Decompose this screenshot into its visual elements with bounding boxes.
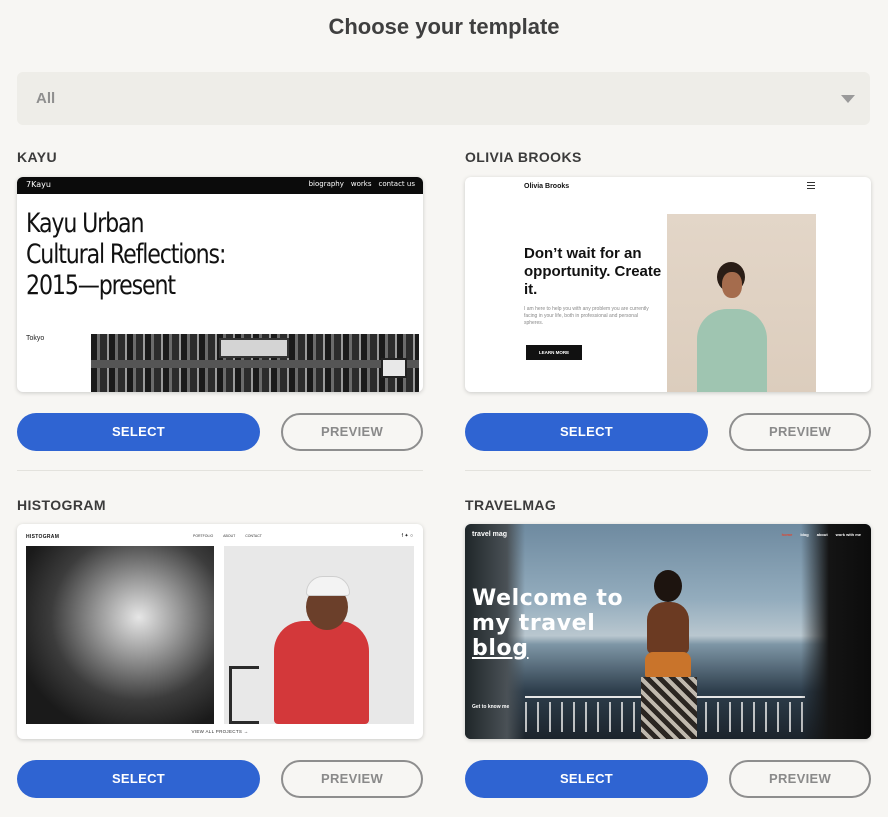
template-thumbnail-histogram[interactable]: HISTOGRAM PORTFOLIO ABOUT CONTACT f ✦ ○ VI…	[17, 524, 423, 739]
histogram-nav: PORTFOLIO ABOUT CONTACT	[193, 534, 272, 538]
histogram-abstract-photo	[26, 546, 214, 724]
travelmag-cta: Get to know me	[472, 704, 510, 710]
travelmag-nav-item: blog	[800, 532, 809, 537]
template-name-travelmag: TRAVELMAG	[465, 497, 557, 513]
select-button-kayu[interactable]: SELECT	[17, 413, 260, 451]
olivia-learn-more-button: LEARN MORE	[526, 345, 582, 360]
histogram-nav-item: PORTFOLIO	[193, 534, 214, 538]
histogram-view-all-link: VIEW ALL PROJECTS →	[191, 729, 249, 734]
histogram-nav-item: CONTACT	[245, 534, 262, 538]
histogram-nav-item: ABOUT	[223, 534, 236, 538]
hamburger-menu-icon	[807, 182, 815, 189]
social-icons: f ✦ ○	[401, 533, 413, 539]
preview-button-kayu[interactable]: PREVIEW	[281, 413, 423, 451]
travelmag-nav: home blog about work with me	[774, 532, 861, 537]
kayu-nav-item: biography	[308, 180, 344, 188]
page-title: Choose your template	[328, 14, 560, 39]
kayu-logo: 7Kayu	[26, 180, 51, 189]
travelmag-headline-line: Welcome to	[472, 586, 624, 611]
kayu-street-photo	[91, 334, 419, 392]
olivia-body-text: I am here to help you with any problem y…	[524, 306, 649, 326]
travelmag-logo: travel mag	[472, 531, 508, 538]
olivia-headline: Don’t wait for an opportunity. Create it…	[524, 245, 662, 298]
travelmag-nav-item: about	[816, 532, 828, 537]
histogram-brand: HISTOGRAM	[26, 534, 60, 540]
travelmag-nav-item: work with me	[835, 532, 861, 537]
template-thumbnail-travelmag[interactable]: travel mag home blog about work with me Wel…	[465, 524, 871, 739]
kayu-headline: Kayu Urban Cultural Reflections: 2015—pr…	[26, 208, 226, 301]
travelmag-headline-line: my travel	[472, 611, 596, 636]
olivia-portrait-photo	[667, 214, 816, 392]
travelmag-nav-item: home	[781, 532, 793, 537]
template-filter-dropdown[interactable]: All	[17, 72, 870, 125]
template-thumbnail-olivia-brooks[interactable]: Olivia Brooks Don’t wait for an opportun…	[465, 177, 871, 392]
divider	[17, 470, 423, 471]
divider	[465, 470, 871, 471]
kayu-nav-item: contact us	[378, 180, 415, 188]
olivia-brand: Olivia Brooks	[524, 183, 570, 190]
template-name-kayu: KAYU	[17, 149, 57, 165]
select-button-travelmag[interactable]: SELECT	[465, 760, 708, 798]
chevron-down-icon	[841, 95, 855, 103]
filter-selected-value: All	[36, 90, 56, 107]
preview-button-histogram[interactable]: PREVIEW	[281, 760, 423, 798]
travelmag-headline-line: blog	[472, 636, 529, 661]
template-name-histogram: HISTOGRAM	[17, 497, 106, 513]
select-button-histogram[interactable]: SELECT	[17, 760, 260, 798]
kayu-city-label: Tokyo	[26, 335, 45, 342]
photo-shade-right	[801, 524, 871, 739]
kayu-nav: biography works contact us	[302, 180, 415, 188]
template-thumbnail-kayu[interactable]: 7Kayu biography works contact us Kayu Urba…	[17, 177, 423, 392]
select-button-olivia-brooks[interactable]: SELECT	[465, 413, 708, 451]
kayu-nav-item: works	[350, 180, 372, 188]
histogram-portrait-photo	[224, 546, 414, 724]
template-name-olivia-brooks: OLIVIA BROOKS	[465, 149, 582, 165]
preview-button-travelmag[interactable]: PREVIEW	[729, 760, 871, 798]
preview-button-olivia-brooks[interactable]: PREVIEW	[729, 413, 871, 451]
travelmag-headline: Welcome to my travel blog	[472, 586, 652, 661]
